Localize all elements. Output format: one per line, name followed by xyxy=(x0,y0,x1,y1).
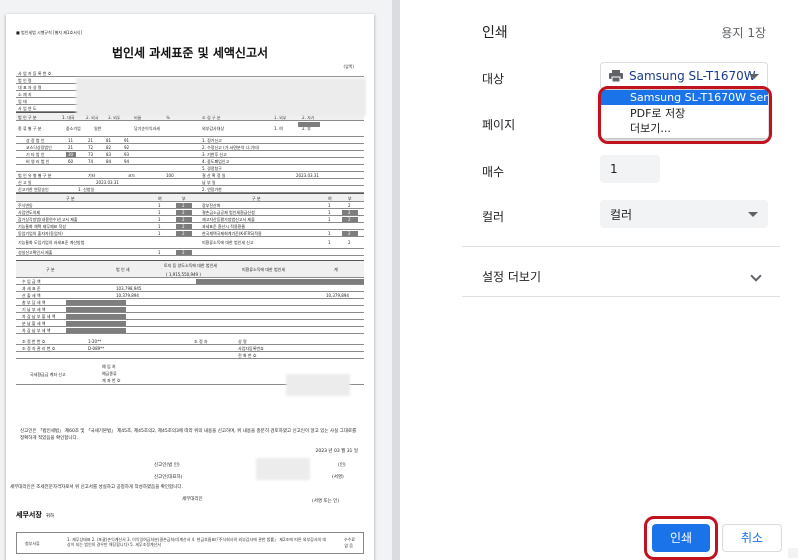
sheet-count: 용지 1장 xyxy=(721,26,766,40)
declaration-text: 신고인은 「법인세법」 제60조 및 「국세기본법」 제45조, 제45조의2,… xyxy=(20,429,357,441)
copies-field[interactable] xyxy=(600,155,660,183)
form-label: 법 인 명 xyxy=(18,78,32,83)
tax-form-table: 사 업 자 등 록 번 호 법 인 명 대 표 자 성 명 소 재 지 업 태 … xyxy=(16,70,364,385)
form-label: 사 업 연 도 xyxy=(18,106,37,111)
form-label: 대 표 자 성 명 xyxy=(18,85,42,90)
doc-recipient: 세무서장 귀하 xyxy=(16,511,55,519)
more-settings-toggle[interactable]: 설정 더보기 xyxy=(482,268,541,285)
print-preview: ■ 법인세법 시행규칙 [별지 제1호서식] 법인세 과세표준 및 세액신고서 … xyxy=(0,0,400,560)
print-settings-panel: 인쇄 용지 1장 대상 Samsung SL-T1670W Samsung SL… xyxy=(400,0,800,560)
destination-value: Samsung SL-T1670W xyxy=(629,69,756,83)
doc-header-note: ■ 법인세법 시행규칙 [별지 제1호서식] xyxy=(16,30,83,35)
chevron-down-icon xyxy=(748,212,758,217)
destination-label: 대상 xyxy=(482,72,505,86)
chevron-down-icon[interactable] xyxy=(750,270,762,282)
destination-select[interactable]: Samsung SL-T1670W xyxy=(600,62,768,90)
cancel-button[interactable]: 취소 xyxy=(722,524,782,552)
declaration-date: 2023 년 03 월 31 일 xyxy=(315,449,358,454)
color-value: 컬러 xyxy=(610,208,633,222)
printer-icon xyxy=(609,70,623,82)
copies-label: 매수 xyxy=(482,165,505,179)
preview-divider xyxy=(392,0,400,560)
color-label: 컬러 xyxy=(482,210,505,224)
section-divider xyxy=(462,246,780,247)
section-divider xyxy=(462,296,780,297)
destination-dropdown: Samsung SL-T1670W Series PDF로 저장 더보기... xyxy=(600,90,783,138)
doc-title: 법인세 과세표준 및 세액신고서 xyxy=(111,46,269,60)
destination-option-samsung[interactable]: Samsung SL-T1670W Series xyxy=(600,90,783,105)
print-button[interactable]: 인쇄 xyxy=(652,524,710,552)
form-label: 사 업 자 등 록 번 호 xyxy=(18,71,52,76)
form-label: 업 태 xyxy=(18,99,27,104)
form-label: 소 재 지 xyxy=(18,92,32,97)
pages-label: 페이지 xyxy=(482,118,516,132)
doc-footer: 첨부서류 1. 재무상태표 2. (포괄)손익계산서 3. 이익잉여금처분(결손… xyxy=(16,532,364,554)
scrollbar-corner xyxy=(788,548,798,558)
destination-option-more[interactable]: 더보기... xyxy=(600,121,768,136)
chevron-down-icon xyxy=(749,74,759,79)
preview-page: ■ 법인세법 시행규칙 [별지 제1호서식] 법인세 과세표준 및 세액신고서 … xyxy=(6,14,374,560)
color-select[interactable]: 컬러 xyxy=(600,200,768,228)
dialog-title: 인쇄 xyxy=(482,25,508,41)
copies-input[interactable] xyxy=(600,155,660,183)
destination-option-save-pdf[interactable]: PDF로 저장 xyxy=(600,106,768,121)
